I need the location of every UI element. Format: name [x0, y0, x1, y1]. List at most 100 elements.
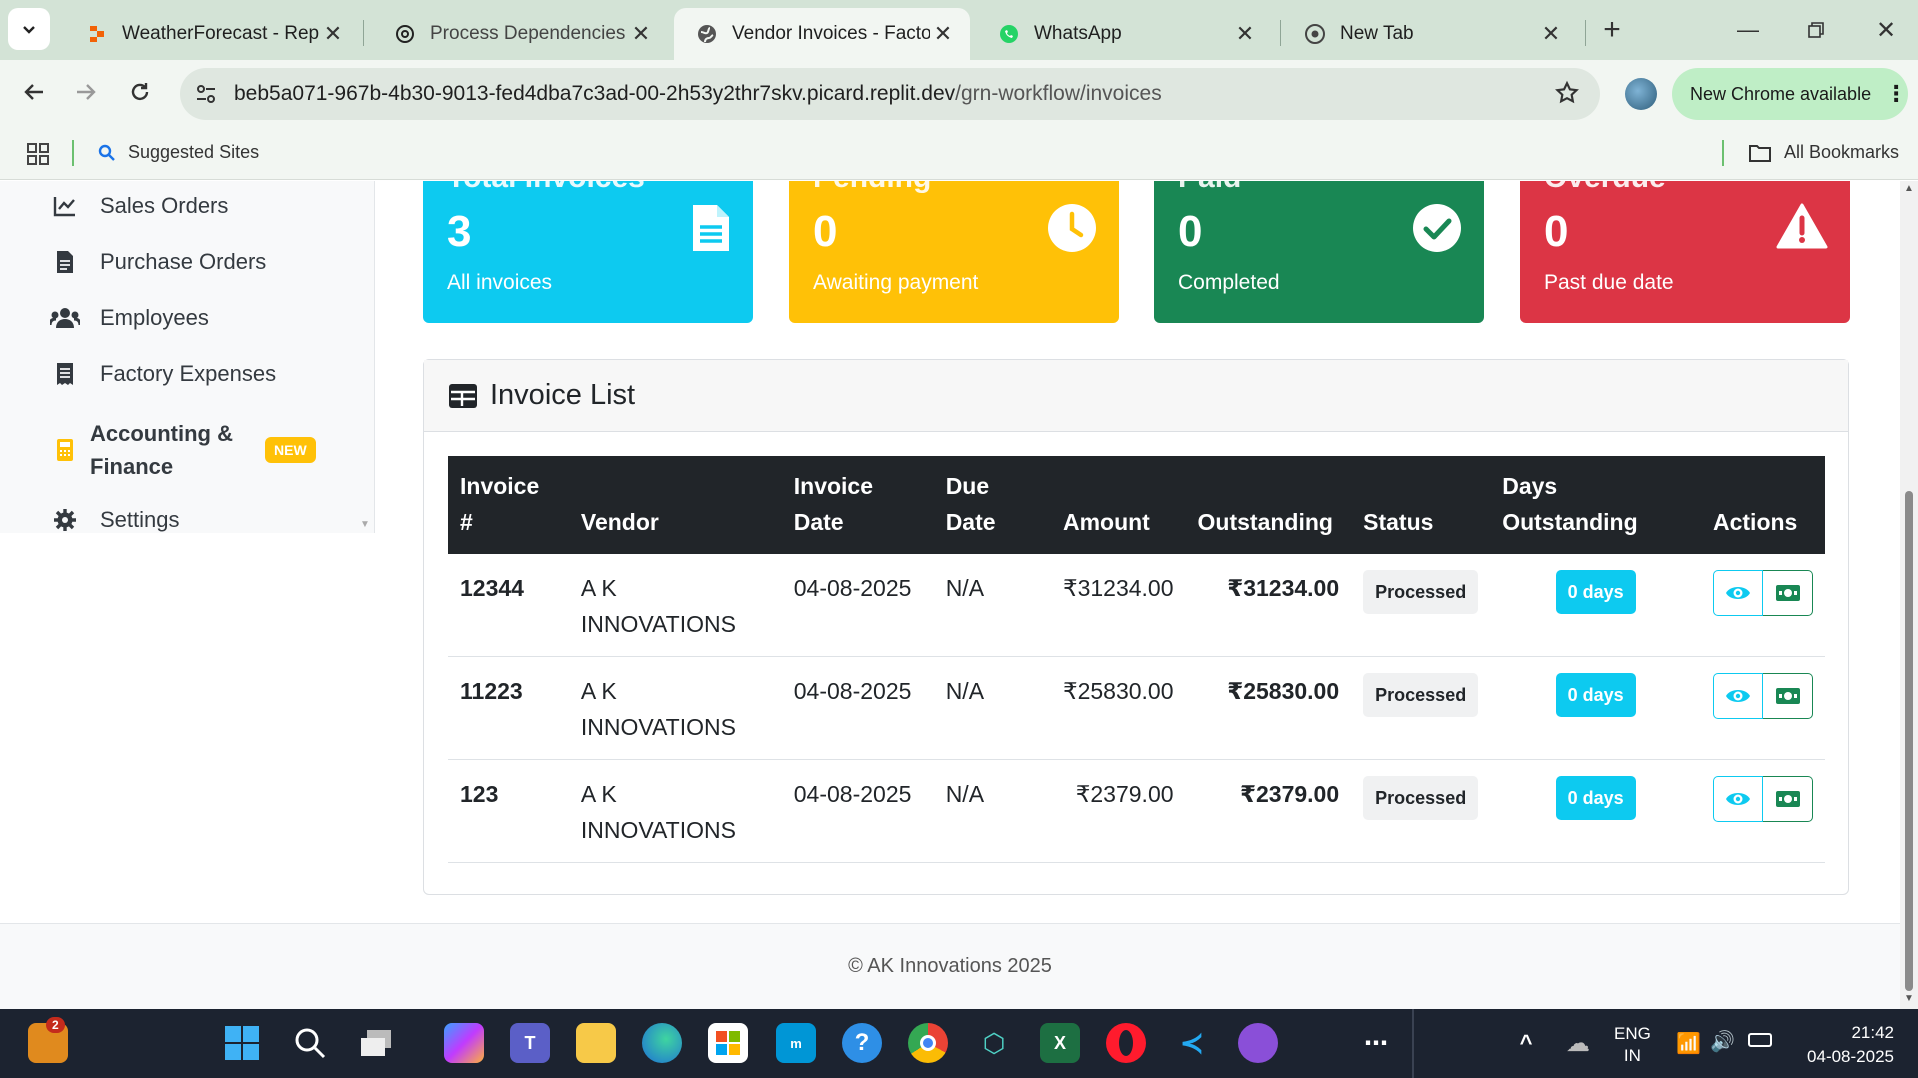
card-value: 0	[1178, 207, 1203, 256]
view-invoice-button[interactable]	[1713, 570, 1763, 616]
help-icon[interactable]: ?	[842, 1023, 882, 1063]
github-icon[interactable]	[1238, 1023, 1278, 1063]
close-icon[interactable]: ✕	[1538, 21, 1564, 47]
start-windows-icon[interactable]	[222, 1023, 262, 1063]
sidebar-item-factory-expenses[interactable]: Factory Expenses	[50, 361, 276, 387]
scrollbar-thumb[interactable]	[1905, 491, 1913, 991]
pay-invoice-button[interactable]	[1763, 673, 1813, 719]
money-bill-icon	[1775, 791, 1800, 807]
new-tab-button[interactable]: +	[1590, 8, 1634, 52]
task-view-icon[interactable]	[356, 1023, 396, 1063]
tab-whatsapp[interactable]: WhatsApp ✕	[976, 8, 1272, 60]
sidebar-item-employees[interactable]: Employees	[50, 305, 209, 331]
language-indicator[interactable]: ENG IN	[1614, 1023, 1651, 1067]
apps-grid-icon[interactable]	[26, 142, 50, 171]
excel-icon[interactable]: X	[1040, 1023, 1080, 1063]
opera-icon[interactable]	[1106, 1023, 1146, 1063]
page-scrollbar[interactable]: ▲ ▼	[1900, 181, 1918, 1009]
profile-avatar[interactable]	[1625, 78, 1657, 110]
invoice-table: Invoice # Vendor Invoice Date Due Date Amou…	[448, 456, 1825, 863]
vscode-icon[interactable]: ≺	[1172, 1023, 1212, 1063]
widgets-icon[interactable]: 2	[28, 1017, 68, 1063]
edge-icon[interactable]	[642, 1023, 682, 1063]
pay-invoice-button[interactable]	[1763, 776, 1813, 822]
forward-button[interactable]	[64, 70, 108, 114]
outstanding: ₹25830.00	[1185, 656, 1352, 760]
file-explorer-icon[interactable]	[576, 1023, 616, 1063]
site-info-icon[interactable]	[194, 82, 218, 111]
col-invoice-date[interactable]: Invoice Date	[781, 456, 934, 554]
sidebar: Sales Orders Purchase Orders Employees F…	[0, 181, 375, 533]
search-icon[interactable]	[290, 1023, 330, 1063]
microsoft-store-icon[interactable]	[708, 1023, 748, 1063]
copilot-icon[interactable]	[444, 1023, 484, 1063]
table-row[interactable]: 123 A K INNOVATIONS 04-08-2025 N/A ₹2379.…	[448, 759, 1825, 863]
close-icon[interactable]: ✕	[628, 21, 654, 47]
myhp-icon[interactable]: m	[776, 1023, 816, 1063]
tab-title: Vendor Invoices - Factory	[732, 23, 930, 44]
view-invoice-button[interactable]	[1713, 673, 1763, 719]
col-amount[interactable]: Amount	[1050, 456, 1186, 554]
due-date: N/A	[933, 759, 1051, 863]
new-chrome-available-button[interactable]: New Chrome available ⋮	[1672, 68, 1908, 120]
reload-button[interactable]	[118, 70, 162, 114]
col-outstanding[interactable]: Outstanding	[1185, 456, 1352, 554]
more-apps-icon[interactable]: ⋯	[1356, 1023, 1396, 1063]
tab-weatherforecast[interactable]: WeatherForecast - Replit ✕	[64, 8, 360, 60]
actions-cell	[1701, 656, 1825, 760]
back-button[interactable]	[12, 70, 56, 114]
sidebar-item-label: Purchase Orders	[100, 249, 267, 274]
sidebar-item-purchase-orders[interactable]: Purchase Orders	[50, 249, 266, 275]
table-row[interactable]: 12344 A K INNOVATIONS 04-08-2025 N/A ₹312…	[448, 554, 1825, 657]
scroll-down-icon[interactable]: ▼	[1904, 993, 1914, 1004]
tab-search-button[interactable]	[8, 8, 50, 50]
close-window-button[interactable]: ✕	[1864, 8, 1908, 52]
language-line1: ENG	[1614, 1024, 1651, 1043]
card-title: Overdue	[1544, 181, 1666, 195]
col-invoice-number[interactable]: Invoice #	[448, 456, 569, 554]
table-row[interactable]: 11223 A K INNOVATIONS 04-08-2025 N/A ₹258…	[448, 656, 1825, 760]
bookmark-suggested-sites[interactable]: Suggested Sites	[98, 142, 259, 163]
col-actions: Actions	[1701, 456, 1825, 554]
star-icon[interactable]	[1554, 80, 1580, 111]
chrome-icon[interactable]	[908, 1023, 948, 1063]
document-icon	[691, 203, 731, 258]
invoice-list-title: Invoice List	[490, 379, 636, 411]
tab-process-dependencies[interactable]: Process Dependencies O ✕	[372, 8, 668, 60]
pay-invoice-button[interactable]	[1763, 570, 1813, 616]
stat-card-total-invoices: Total Invoices 3 All invoices	[423, 181, 753, 323]
volume-icon[interactable]: 🔊	[1710, 1029, 1735, 1054]
close-icon[interactable]: ✕	[930, 21, 956, 47]
tab-vendor-invoices[interactable]: Vendor Invoices - Factory ✕	[674, 8, 970, 60]
tab-new-tab[interactable]: New Tab ✕	[1282, 8, 1578, 60]
wifi-icon[interactable]: 📶	[1676, 1031, 1701, 1056]
sidebar-item-settings[interactable]: Settings	[50, 507, 180, 533]
view-invoice-button[interactable]	[1713, 776, 1763, 822]
sidebar-scroll-down-icon[interactable]: ▼	[360, 519, 370, 530]
col-vendor[interactable]: Vendor	[568, 456, 782, 554]
close-icon[interactable]: ✕	[1232, 21, 1258, 47]
col-due-date[interactable]: Due Date	[933, 456, 1051, 554]
chevron-up-icon[interactable]: ^	[1506, 1023, 1546, 1063]
sidebar-item-sales-orders[interactable]: Sales Orders	[50, 193, 228, 219]
restore-button[interactable]	[1794, 8, 1838, 52]
close-icon[interactable]: ✕	[320, 21, 346, 47]
scroll-up-icon[interactable]: ▲	[1904, 183, 1914, 194]
onedrive-icon[interactable]: ☁	[1558, 1023, 1598, 1063]
minimize-button[interactable]: —	[1726, 8, 1770, 52]
more-menu-icon[interactable]: ⋮	[1885, 81, 1907, 107]
battery-icon[interactable]	[1748, 1033, 1772, 1047]
col-status[interactable]: Status	[1351, 456, 1491, 554]
days-badge: 0 days	[1555, 776, 1636, 820]
sidebar-item-label-line2: Finance	[90, 454, 174, 479]
sidebar-item-accounting-finance[interactable]: Accounting & Finance NEW	[50, 417, 316, 483]
clock[interactable]: 21:42 04-08-2025	[1794, 1021, 1894, 1069]
bookmarks-bar: Suggested Sites All Bookmarks	[0, 128, 1918, 180]
warning-icon	[1776, 203, 1828, 254]
address-bar[interactable]: beb5a071-967b-4b30-9013-fed4dba7c3ad-00-…	[180, 68, 1600, 120]
app-icon[interactable]: ⬡	[974, 1023, 1014, 1063]
actions-cell	[1701, 759, 1825, 863]
teams-icon[interactable]: T	[510, 1023, 550, 1063]
all-bookmarks-button[interactable]: All Bookmarks	[1748, 142, 1899, 163]
col-days-outstanding[interactable]: Days Outstanding	[1490, 456, 1701, 554]
